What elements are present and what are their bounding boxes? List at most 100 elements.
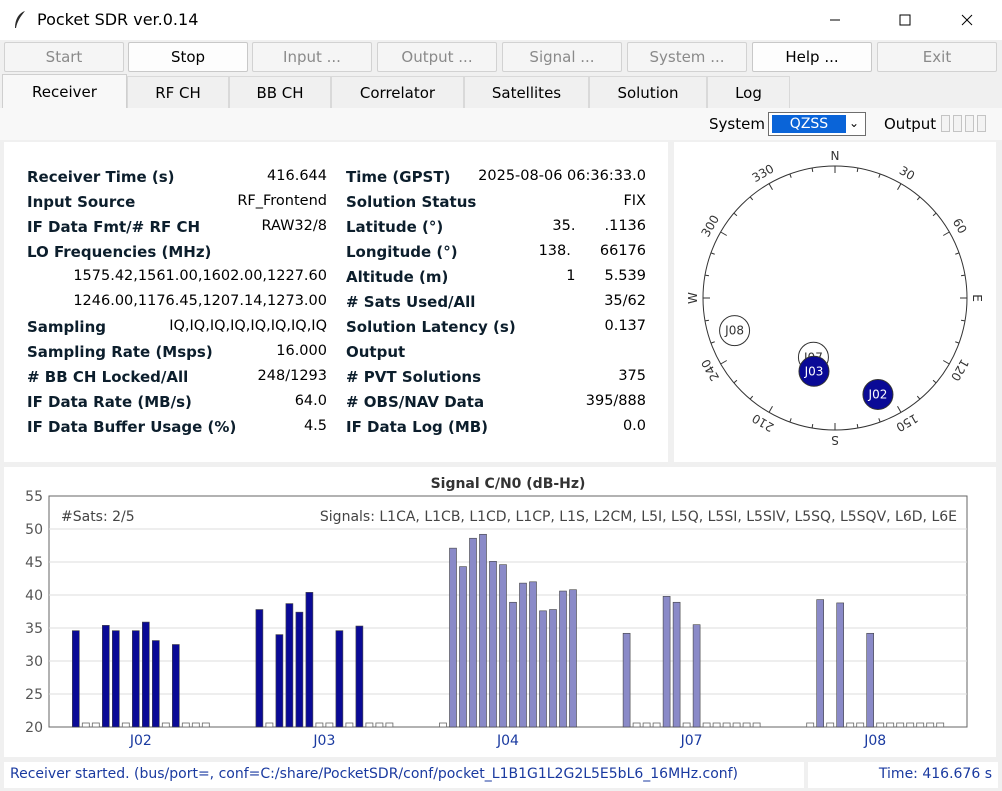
info-value: 416.644 [267,168,327,184]
feather-icon [15,11,25,28]
skyplot: NESW3060120150210240300330J08J07J03J02 [686,149,984,447]
chart-empty-bar [886,722,895,728]
chart-x-tick-label: J04 [496,733,519,749]
info-value: 2025-08-06 06:36:33.0 [478,168,646,184]
chart-empty-bar [81,722,90,728]
chart-y-tick-label: 25 [25,687,43,703]
chart-y-tick-label: 40 [25,588,43,604]
output-indicator [977,115,986,132]
minimize-icon [830,19,840,21]
info-label: Input Source [27,193,136,211]
info-label: LO Frequencies (MHz) [27,243,212,261]
status-time: Time: 416.676 s [808,762,998,788]
skyplot-tick [960,319,966,322]
skyplot-satellite-label: J03 [804,364,824,378]
info-value: FIX [623,193,646,209]
system-button[interactable]: System ... [627,42,747,72]
chart-empty-bar [702,722,711,728]
chart-empty-bar [439,722,447,728]
tab-correlator[interactable]: Correlator [331,76,464,108]
chart-y-tick-label: 45 [25,555,43,571]
chart-bar [692,624,701,728]
info-value: 64.0 [294,393,327,409]
chart-empty-bar [926,722,935,728]
close-icon [961,14,973,26]
skyplot-satellite-label: J02 [868,387,888,401]
chart-empty-bar [365,722,374,728]
help-button[interactable]: Help ... [752,42,872,72]
chart-empty-bar [385,722,394,728]
info-label: Longitude (°) [346,243,458,261]
output-indicator [941,115,950,132]
chart-empty-bar [742,722,751,728]
skyplot-direction-label: W [686,292,700,304]
signal-cn0-panel: Signal C/N0 (dB-Hz) 20 25 30 35 40 45 50 55 J02 J0… [4,467,996,757]
skyplot-tick [960,274,966,277]
output-label: Output [884,115,937,133]
info-value: RF_Frontend [237,193,327,209]
chart-bar [305,592,314,728]
system-label: System [709,115,765,133]
chart-bar [285,603,294,728]
chart-y-tick-label: 35 [25,621,43,637]
tab-rf-ch[interactable]: RF CH [127,76,229,108]
chart-bar [539,610,547,728]
info-value: 16.000 [276,343,327,359]
chart-empty-bar [906,722,915,728]
output-button[interactable]: Output ... [377,42,497,72]
close-button[interactable] [944,0,990,40]
chart-empty-bar [846,722,855,728]
skyplot-satellite[interactable]: J08 [719,315,751,347]
chart-bar [519,582,527,728]
chart-empty-bar [632,722,641,728]
minimize-button[interactable] [812,0,858,40]
info-label: Receiver Time (s) [27,168,175,186]
chart-empty-bar [91,722,100,728]
status-bar: Receiver started. (bus/port=, conf=C:/sh… [0,760,1002,791]
chart-bar [569,589,577,728]
stop-button[interactable]: Stop [128,42,248,72]
chart-empty-bar [732,722,741,728]
exit-button[interactable]: Exit [877,42,997,72]
tab-solution[interactable]: Solution [589,76,707,108]
tab-log[interactable]: Log [707,76,790,108]
skyplot-tick [856,167,859,173]
system-select-value: QZSS [772,115,846,133]
signal-button[interactable]: Signal ... [502,42,622,72]
skyplot-satellite[interactable]: J02 [862,378,894,410]
chart-x-tick-label: J08 [863,733,886,749]
chart-bar [662,596,671,728]
chart-bar [866,632,875,728]
skyplot-horizon [702,165,968,431]
chart-sats-annotation: #Sats: 2/5 [61,509,135,525]
tab-receiver[interactable]: Receiver [2,74,127,108]
tab-bb-ch[interactable]: BB CH [229,76,331,108]
chart-bar [132,630,140,728]
status-message: Receiver started. (bus/port=, conf=C:/sh… [4,762,804,788]
info-label: IF Data Rate (MB/s) [27,393,192,411]
chart-bar [72,630,80,728]
info-label: IF Data Fmt/# RF CH [27,218,201,236]
chart-empty-bar [936,722,945,728]
chart-bar [622,632,631,728]
skyplot-satellite[interactable]: J03 [798,355,830,387]
maximize-button[interactable] [882,0,928,40]
info-label: IF Data Log (MB) [346,418,489,436]
chart-bar [489,561,497,728]
system-select[interactable]: QZSS ⌄ [768,112,866,136]
info-value: 35. .1136 [552,218,646,234]
input-button[interactable]: Input ... [252,42,372,72]
chart-bar [529,581,537,728]
chart-bar [295,611,304,728]
chart-empty-bar [121,722,130,728]
chart-signals-annotation: Signals: L1CA, L1CB, L1CD, L1CP, L1S, L2… [320,509,957,525]
info-value: 4.5 [303,418,327,434]
info-value: 1 5.539 [566,268,646,284]
skyplot-tick [811,167,814,173]
start-button[interactable]: Start [4,42,124,72]
chart-empty-bar [712,722,721,728]
info-label: Solution Status [346,193,477,211]
tab-satellites[interactable]: Satellites [464,76,589,108]
chart-empty-bar [876,722,885,728]
chart-empty-bar [325,722,334,728]
